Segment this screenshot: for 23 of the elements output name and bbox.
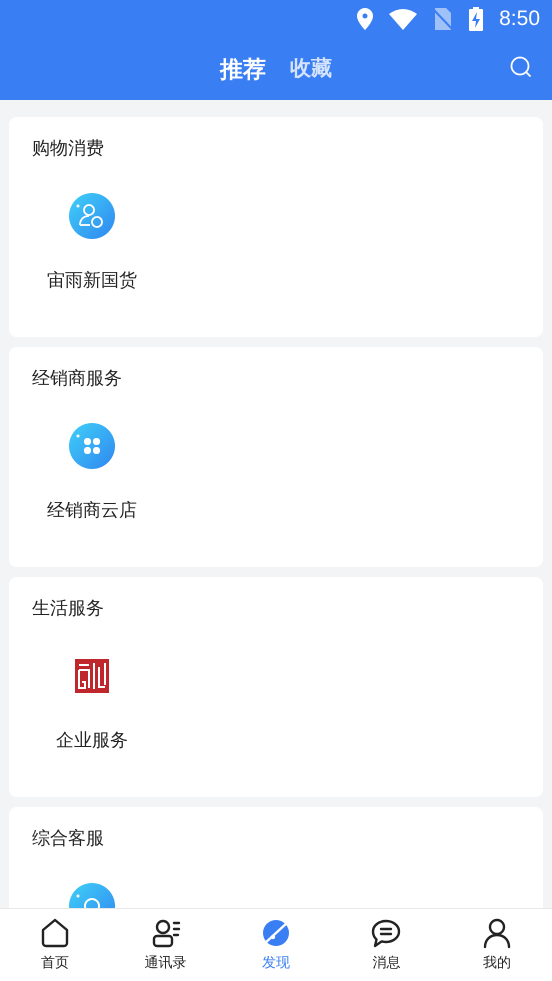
seal-icon: [75, 659, 109, 693]
search-icon[interactable]: [510, 56, 532, 78]
nav-tab[interactable]: 消息: [331, 909, 442, 981]
section-title: 经销商服务: [32, 367, 123, 389]
location-icon: [357, 8, 374, 30]
nav-tab[interactable]: 我的: [442, 909, 552, 981]
app-tile[interactable]: 企业服务: [32, 643, 152, 754]
section-title: 生活服务: [32, 597, 105, 619]
wifi-icon: [389, 8, 418, 30]
chat-icon: [370, 917, 402, 949]
header-tab[interactable]: 推荐: [220, 52, 266, 86]
no-sim-icon: [433, 8, 454, 30]
section-title: 综合客服: [32, 827, 105, 849]
nav-tab[interactable]: 首页: [0, 909, 110, 981]
app-tile[interactable]: 宙雨新国货: [32, 183, 152, 294]
battery-charging-icon: [469, 7, 484, 31]
section-title: 购物消费: [32, 137, 105, 159]
app-tile[interactable]: 经销商云店: [32, 413, 152, 524]
person-coin-icon: [68, 192, 116, 240]
nav-tab[interactable]: 通讯录: [110, 909, 221, 981]
status-time: 8:50: [499, 6, 540, 32]
nav-tab[interactable]: 发现: [220, 909, 332, 981]
grid-icon: [68, 422, 116, 470]
